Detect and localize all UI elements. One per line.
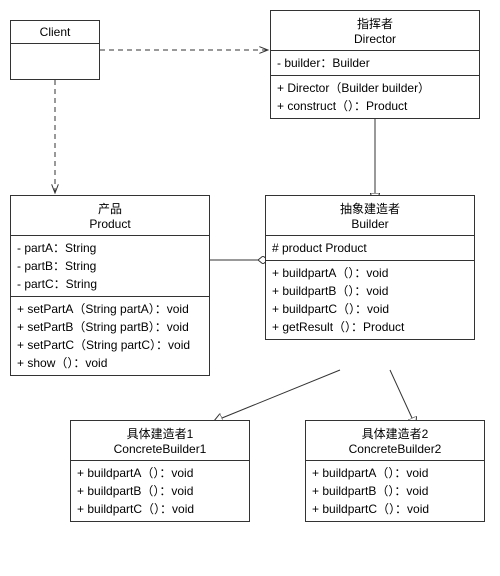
director-method-1: + Director（Builder builder） <box>277 79 473 97</box>
director-method-2: + construct（）：Product <box>277 97 473 115</box>
builder-attr-1: # product Product <box>272 239 468 257</box>
product-attr-3: - partC：String <box>17 275 203 293</box>
product-en: Product <box>17 217 203 231</box>
concrete1-zh: 具体建造者1 <box>77 425 243 442</box>
concrete1-method-3: + buildpartC（）：void <box>77 500 243 518</box>
director-methods: + Director（Builder builder） + construct（… <box>271 76 479 118</box>
director-zh: 指挥者 <box>277 15 473 32</box>
product-attr-1: - partA：String <box>17 239 203 257</box>
director-box: 指挥者 Director - builder：Builder + Directo… <box>270 10 480 119</box>
product-method-2: + setPartB（String partB）：void <box>17 318 203 336</box>
concrete1-header: 具体建造者1 ConcreteBuilder1 <box>71 421 249 461</box>
concrete2-en: ConcreteBuilder2 <box>312 442 478 456</box>
product-method-4: + show（）：void <box>17 354 203 372</box>
builder-attrs: # product Product <box>266 236 474 261</box>
director-header: 指挥者 Director <box>271 11 479 51</box>
builder-methods: + buildpartA（）：void + buildpartB（）：void … <box>266 261 474 339</box>
concrete2-methods: + buildpartA（）：void + buildpartB（）：void … <box>306 461 484 521</box>
concrete2-method-2: + buildpartB（）：void <box>312 482 478 500</box>
concrete1-en: ConcreteBuilder1 <box>77 442 243 456</box>
concrete1-box: 具体建造者1 ConcreteBuilder1 + buildpartA（）：v… <box>70 420 250 522</box>
director-attr-1: - builder：Builder <box>277 54 473 72</box>
builder-box: 抽象建造者 Builder # product Product + buildp… <box>265 195 475 340</box>
concrete2-method-3: + buildpartC（）：void <box>312 500 478 518</box>
director-en: Director <box>277 32 473 46</box>
concrete2-header: 具体建造者2 ConcreteBuilder2 <box>306 421 484 461</box>
concrete2-box: 具体建造者2 ConcreteBuilder2 + buildpartA（）：v… <box>305 420 485 522</box>
builder-method-1: + buildpartA（）：void <box>272 264 468 282</box>
client-box: Client <box>10 20 100 80</box>
concrete1-method-2: + buildpartB（）：void <box>77 482 243 500</box>
product-header: 产品 Product <box>11 196 209 236</box>
concrete2-zh: 具体建造者2 <box>312 425 478 442</box>
product-attrs: - partA：String - partB：String - partC：St… <box>11 236 209 297</box>
director-attrs: - builder：Builder <box>271 51 479 76</box>
builder-method-4: + getResult（）：Product <box>272 318 468 336</box>
product-method-3: + setPartC（String partC）：void <box>17 336 203 354</box>
product-attr-2: - partB：String <box>17 257 203 275</box>
client-header: Client <box>11 21 99 44</box>
concrete1-methods: + buildpartA（）：void + buildpartB（）：void … <box>71 461 249 521</box>
builder-method-2: + buildpartB（）：void <box>272 282 468 300</box>
builder-method-3: + buildpartC（）：void <box>272 300 468 318</box>
builder-zh: 抽象建造者 <box>272 200 468 217</box>
product-methods: + setPartA（String partA）：void + setPartB… <box>11 297 209 375</box>
product-method-1: + setPartA（String partA）：void <box>17 300 203 318</box>
builder-header: 抽象建造者 Builder <box>266 196 474 236</box>
product-box: 产品 Product - partA：String - partB：String… <box>10 195 210 376</box>
concrete2-method-1: + buildpartA（）：void <box>312 464 478 482</box>
product-zh: 产品 <box>17 200 203 217</box>
builder-en: Builder <box>272 217 468 231</box>
client-label: Client <box>40 25 71 39</box>
concrete1-method-1: + buildpartA（）：void <box>77 464 243 482</box>
